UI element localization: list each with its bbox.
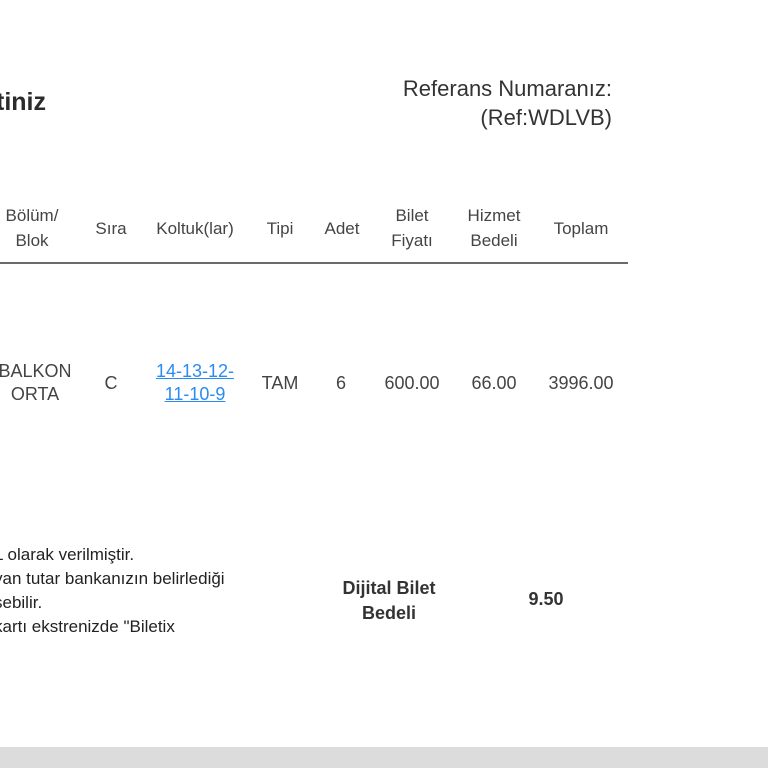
cell-service-fee: 66.00 — [471, 373, 517, 393]
column-header-ticket-price: Bilet Fiyatı — [391, 206, 433, 250]
column-header-type: Tipi — [266, 219, 294, 238]
column-header-quantity: Adet — [324, 219, 360, 238]
cell-type: TAM — [261, 373, 299, 393]
reference-value: (Ref:WDLVB) — [480, 105, 612, 130]
page-title: tiniz — [0, 88, 46, 116]
payment-notes: L olarak verilmiştir. yan tutar bankanız… — [0, 543, 294, 633]
bottom-scroll-bar — [0, 747, 768, 768]
note-line: kartı ekstrenizde "Biletix — [0, 617, 175, 633]
reference-block: Referans Numaranız: (Ref:WDLVB) — [403, 74, 612, 132]
cell-row: C — [104, 373, 118, 393]
note-line: yan tutar bankanızın belirlediği — [0, 569, 225, 588]
cell-total: 3996.00 — [548, 373, 614, 393]
cell-section: BALKON ORTA — [0, 361, 72, 404]
seats-link[interactable]: 14-13-12- 11-10-9 — [146, 360, 244, 406]
column-header-service-fee: Hizmet Bedeli — [467, 206, 521, 250]
ticket-page: tiniz Referans Numaranız: (Ref:WDLVB) Bö… — [0, 0, 768, 768]
cell-quantity: 6 — [335, 373, 346, 393]
column-header-total: Toplam — [553, 219, 609, 238]
note-line: şebilir. — [0, 593, 43, 612]
digital-fee-label: Dijital Bilet Bedeli — [342, 578, 436, 623]
digital-fee-value: 9.50 — [528, 589, 564, 609]
column-header-row: Sıra — [95, 219, 127, 238]
column-header-seats: Koltuk(lar) — [156, 219, 234, 238]
cell-ticket-price: 600.00 — [384, 373, 440, 393]
reference-label: Referans Numaranız: — [402, 76, 612, 101]
column-header-section: Bölüm/ Blok — [5, 206, 59, 250]
table-header-divider — [0, 262, 628, 264]
note-line: L olarak verilmiştir. — [0, 545, 135, 564]
